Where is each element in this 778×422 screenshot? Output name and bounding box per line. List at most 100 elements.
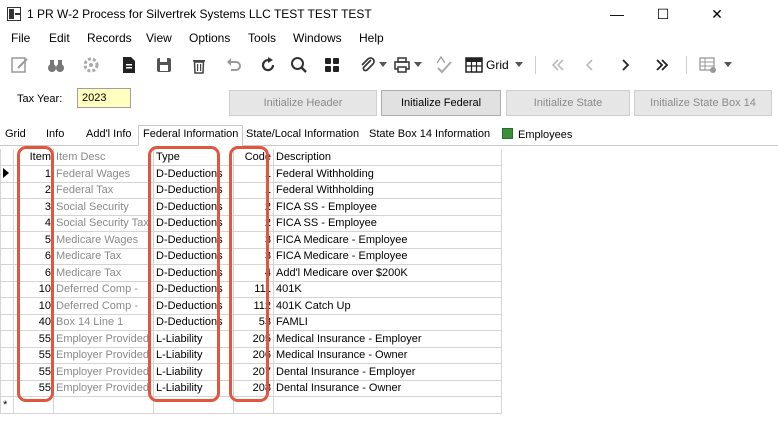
grid-dropdown[interactable]: Grid — [465, 53, 527, 77]
cell-item-desc[interactable]: Federal Tax — [53, 182, 154, 199]
search-icon[interactable] — [287, 53, 311, 77]
calculator-icon[interactable] — [320, 53, 344, 77]
chevron-down-icon[interactable] — [722, 53, 734, 77]
initialize-state-box14-button[interactable]: Initialize State Box 14 — [634, 90, 772, 116]
cell-item-desc[interactable]: Box 14 Line 1 — [53, 314, 154, 331]
new-row-cell[interactable] — [53, 396, 154, 414]
close-button[interactable]: ✕ — [694, 0, 740, 28]
menu-view[interactable]: View — [146, 31, 172, 45]
cell-item-desc[interactable]: Federal Wages — [53, 165, 154, 183]
initialize-federal-button[interactable]: Initialize Federal — [381, 90, 501, 116]
row-indicator — [0, 264, 14, 282]
menu-windows[interactable]: Windows — [293, 31, 342, 45]
cell-description[interactable]: Dental Insurance - Owner — [273, 380, 502, 397]
minimize-button[interactable]: — — [594, 0, 640, 28]
menu-help[interactable]: Help — [359, 31, 384, 45]
cell-description[interactable]: Federal Withholding — [273, 165, 502, 183]
menu-bar: File Edit Records View Options Tools Win… — [0, 28, 778, 48]
menu-records[interactable]: Records — [87, 31, 132, 45]
row-indicator — [0, 215, 14, 232]
cell-description[interactable]: Dental Insurance - Employer — [273, 363, 502, 381]
column-header-item-desc[interactable]: Item Desc — [53, 149, 154, 166]
maximize-button[interactable]: ☐ — [640, 0, 686, 28]
chevron-down-icon[interactable] — [378, 53, 388, 77]
document-icon[interactable] — [117, 53, 141, 77]
tab-employees[interactable]: Employees — [502, 128, 572, 141]
app-icon — [7, 7, 21, 21]
tab-state-box14-information[interactable]: State Box 14 Information — [369, 128, 490, 140]
row-indicator — [0, 314, 14, 331]
tab-state-local-information[interactable]: State/Local Information — [246, 128, 359, 140]
edit-icon[interactable] — [8, 53, 32, 77]
menu-file[interactable]: File — [11, 31, 30, 45]
cell-description[interactable]: Federal Withholding — [273, 182, 502, 199]
highlight-item-column — [17, 146, 54, 402]
binoculars-icon[interactable] — [44, 53, 68, 77]
cell-description[interactable]: FAMLI — [273, 314, 502, 331]
tax-year-label: Tax Year: — [17, 93, 63, 105]
trash-icon[interactable] — [187, 53, 211, 77]
row-indicator — [0, 380, 14, 397]
cell-description[interactable]: Medical Insurance - Owner — [273, 347, 502, 364]
cell-item-desc[interactable]: Social Security Tax — [53, 215, 154, 232]
highlight-type-column — [148, 146, 220, 402]
spellcheck-icon[interactable] — [432, 53, 456, 77]
row-indicator-header — [0, 149, 14, 166]
tab-employees-label: Employees — [518, 129, 573, 141]
prev-icon[interactable] — [575, 53, 605, 77]
row-indicator — [0, 281, 14, 298]
menu-tools[interactable]: Tools — [248, 31, 276, 45]
chevron-down-icon[interactable] — [413, 53, 423, 77]
tab-info[interactable]: Info — [46, 128, 64, 140]
first-icon[interactable] — [543, 53, 573, 77]
tab-federal-information[interactable]: Federal Information — [138, 125, 244, 146]
chevron-down-icon — [514, 62, 523, 67]
title-bar: 1 PR W-2 Process for Silvertrek Systems … — [0, 0, 778, 28]
federal-grid: Item Item Desc Type Code Description 1 Fe… — [0, 146, 778, 422]
undo-icon[interactable] — [222, 53, 246, 77]
new-row-cell[interactable] — [273, 396, 502, 414]
cell-item-desc[interactable]: Medicare Wages — [53, 231, 154, 249]
grid-settings-icon[interactable] — [696, 53, 720, 77]
cell-item-desc[interactable]: Deferred Comp - — [53, 281, 154, 298]
cell-item-desc[interactable]: Employer Provided — [53, 330, 154, 348]
cell-description[interactable]: FICA SS - Employee — [273, 215, 502, 232]
cell-description[interactable]: 401K Catch Up — [273, 297, 502, 315]
cell-item-desc[interactable]: Medicare Tax — [53, 248, 154, 265]
column-header-description[interactable]: Description — [273, 149, 502, 166]
row-indicator — [0, 198, 14, 216]
next-icon[interactable] — [610, 53, 640, 77]
menu-options[interactable]: Options — [189, 31, 230, 45]
row-indicator — [0, 297, 14, 315]
print-icon[interactable] — [390, 53, 414, 77]
cell-description[interactable]: 401K — [273, 281, 502, 298]
cell-description[interactable]: FICA Medicare - Employee — [273, 231, 502, 249]
cell-item-desc[interactable]: Employer Provided — [53, 363, 154, 381]
new-row-marker: * — [0, 396, 14, 414]
row-indicator — [0, 165, 14, 183]
current-row-arrow-icon — [3, 167, 9, 178]
row-indicator — [0, 363, 14, 381]
last-icon[interactable] — [647, 53, 677, 77]
attach-icon[interactable] — [356, 53, 380, 77]
cell-description[interactable]: FICA Medicare - Employee — [273, 248, 502, 265]
tax-year-input[interactable] — [77, 88, 131, 108]
cell-item-desc[interactable]: Social Security — [53, 198, 154, 216]
row-indicator — [0, 182, 14, 199]
tab-addl-info[interactable]: Add'l Info — [86, 128, 132, 140]
row-indicator — [0, 248, 14, 265]
cell-description[interactable]: FICA SS - Employee — [273, 198, 502, 216]
settings-icon[interactable] — [79, 53, 103, 77]
cell-item-desc[interactable]: Employer Provided — [53, 380, 154, 397]
initialize-header-button[interactable]: Initialize Header — [229, 90, 377, 116]
initialize-state-button[interactable]: Initialize State — [506, 90, 630, 116]
refresh-icon[interactable] — [256, 53, 280, 77]
menu-edit[interactable]: Edit — [49, 31, 70, 45]
cell-description[interactable]: Medical Insurance - Employer — [273, 330, 502, 348]
cell-item-desc[interactable]: Employer Provided — [53, 347, 154, 364]
tab-grid[interactable]: Grid — [5, 128, 26, 140]
cell-item-desc[interactable]: Medicare Tax — [53, 264, 154, 282]
cell-description[interactable]: Add'l Medicare over $200K — [273, 264, 502, 282]
cell-item-desc[interactable]: Deferred Comp - — [53, 297, 154, 315]
save-icon[interactable] — [152, 53, 176, 77]
